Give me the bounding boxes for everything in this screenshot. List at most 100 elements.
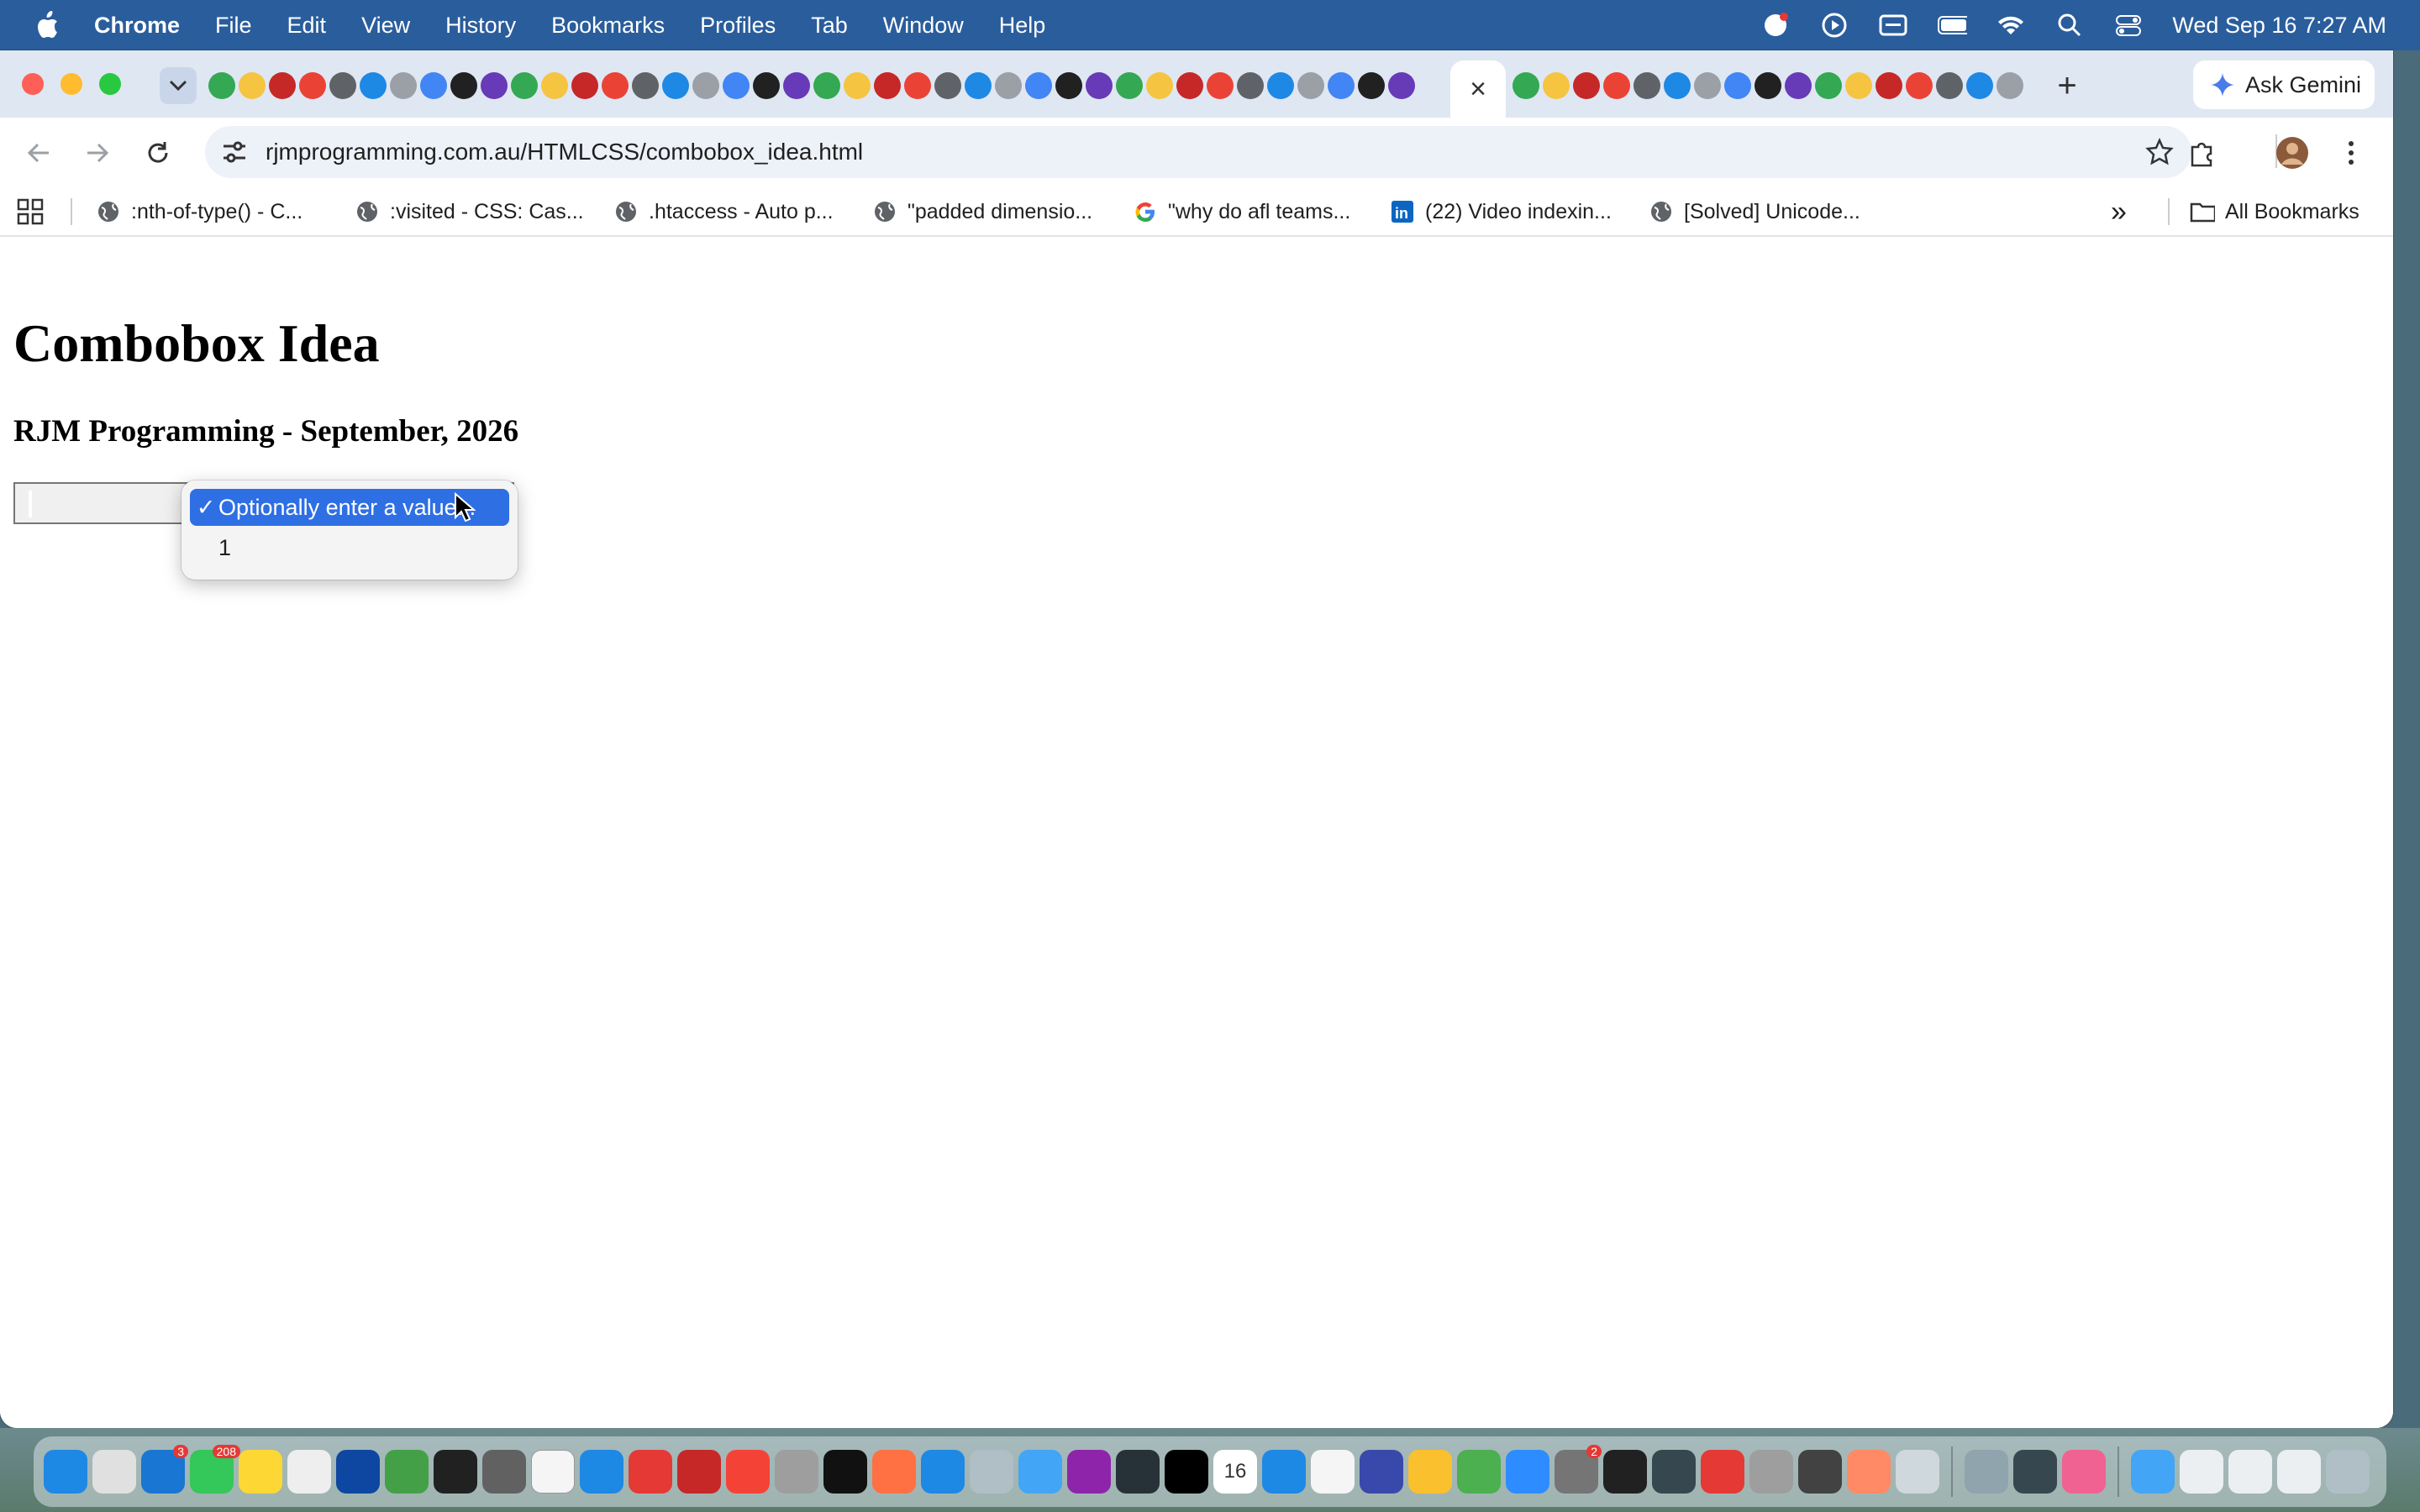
bookmark-item[interactable]: "why do afl teams... [1133, 195, 1350, 228]
zoom-window-button[interactable] [99, 73, 121, 95]
tab-favicon[interactable] [269, 72, 296, 99]
minimize-window-button[interactable] [60, 73, 82, 95]
bookmark-item[interactable]: :nth-of-type() - C... [96, 195, 302, 228]
menu-file[interactable]: File [215, 13, 252, 39]
all-bookmarks-button[interactable]: All Bookmarks [2190, 195, 2360, 228]
tab-favicon[interactable] [995, 72, 1022, 99]
url-text[interactable]: rjmprogramming.com.au/HTMLCSS/combobox_i… [266, 139, 863, 165]
ask-gemini-button[interactable]: Ask Gemini [2193, 60, 2375, 109]
tab-favicon[interactable] [1086, 72, 1113, 99]
tab-favicon[interactable] [1025, 72, 1052, 99]
finder-icon[interactable] [44, 1450, 87, 1494]
tab-favicon[interactable] [1845, 72, 1872, 99]
filezilla-icon[interactable] [677, 1450, 721, 1494]
safari-icon[interactable] [1018, 1450, 1062, 1494]
tab-favicon[interactable] [1358, 72, 1385, 99]
new-tab-button[interactable]: + [2050, 67, 2084, 104]
utility-icon[interactable] [1896, 1450, 1939, 1494]
extensions-button[interactable] [2183, 134, 2220, 171]
menu-history[interactable]: History [445, 13, 516, 39]
tab-favicon[interactable] [1328, 72, 1355, 99]
tab-favicon[interactable] [541, 72, 568, 99]
document-stack-icon[interactable] [2277, 1450, 2321, 1494]
battery-icon[interactable] [1937, 10, 1968, 40]
more-bookmarks-button[interactable]: » [2111, 195, 2127, 228]
tab-favicon[interactable] [1906, 72, 1933, 99]
tab-favicon[interactable] [1694, 72, 1721, 99]
tab-favicon[interactable] [1237, 72, 1264, 99]
tab-favicon[interactable] [1634, 72, 1660, 99]
tab-favicon[interactable] [481, 72, 508, 99]
inkscape-icon[interactable] [1603, 1450, 1647, 1494]
bookmark-item[interactable]: "padded dimensio... [872, 195, 1092, 228]
menu-bookmarks[interactable]: Bookmarks [551, 13, 665, 39]
bookmark-item[interactable]: :visited - CSS: Cas... [355, 195, 584, 228]
tab-favicon[interactable] [1146, 72, 1173, 99]
tab-favicon[interactable] [208, 72, 235, 99]
tab-favicon[interactable] [571, 72, 598, 99]
tab-favicon[interactable] [1207, 72, 1234, 99]
play-icon[interactable] [1819, 10, 1849, 40]
tab-favicon[interactable] [1116, 72, 1143, 99]
tab-favicon[interactable] [844, 72, 871, 99]
chrome-icon[interactable] [1457, 1450, 1501, 1494]
tab-favicon[interactable] [874, 72, 901, 99]
tab-favicon[interactable] [1664, 72, 1691, 99]
tab-favicon[interactable] [1267, 72, 1294, 99]
menu-profiles[interactable]: Profiles [700, 13, 776, 39]
trash-icon[interactable] [2326, 1450, 2370, 1494]
podcasts-icon[interactable] [1067, 1450, 1111, 1494]
notes-icon[interactable] [239, 1450, 282, 1494]
opera-icon[interactable] [1701, 1450, 1744, 1494]
tab-favicon[interactable] [1573, 72, 1600, 99]
menu-help[interactable]: Help [999, 13, 1046, 39]
tab-favicon[interactable] [239, 72, 266, 99]
close-window-button[interactable] [22, 73, 44, 95]
forward-button[interactable] [79, 134, 116, 171]
tab-favicon[interactable] [1815, 72, 1842, 99]
migration-icon[interactable] [775, 1450, 818, 1494]
bookmark-item[interactable]: in (22) Video indexin... [1390, 195, 1612, 228]
xcode-icon[interactable] [921, 1450, 965, 1494]
tab-favicon[interactable] [1603, 72, 1630, 99]
bookmark-item[interactable]: [Solved] Unicode... [1649, 195, 1860, 228]
music-icon[interactable] [726, 1450, 770, 1494]
chrome-menu-button[interactable] [2333, 134, 2370, 171]
system-settings-icon[interactable]: 2 [1555, 1445, 1602, 1494]
tab-favicon[interactable] [692, 72, 719, 99]
tab-favicon[interactable] [329, 72, 356, 99]
tab-favicon[interactable] [965, 72, 992, 99]
launchpad-icon[interactable] [92, 1450, 136, 1494]
contacts-icon[interactable] [1749, 1450, 1793, 1494]
tab-close-button[interactable]: × [1470, 73, 1486, 106]
tab-search-button[interactable] [160, 67, 197, 104]
wifi-icon[interactable] [1996, 10, 2026, 40]
bookmark-item[interactable]: .htaccess - Auto p... [613, 195, 834, 228]
app-store-icon[interactable] [580, 1450, 623, 1494]
news-icon[interactable] [629, 1450, 672, 1494]
recent-app-icon[interactable] [1965, 1450, 2008, 1494]
tab-favicon[interactable] [813, 72, 840, 99]
bbedit-icon[interactable] [970, 1450, 1013, 1494]
script-editor-icon[interactable] [1847, 1450, 1891, 1494]
tab-favicon[interactable] [1754, 72, 1781, 99]
activity-monitor-icon[interactable] [336, 1450, 380, 1494]
calculator-icon[interactable] [482, 1450, 526, 1494]
profile-avatar[interactable] [2274, 134, 2311, 171]
control-center-icon[interactable] [2113, 10, 2144, 40]
tab-favicon[interactable] [1176, 72, 1203, 99]
dropdown-option[interactable]: 1 [190, 529, 509, 566]
mail-icon[interactable]: 3 [141, 1445, 188, 1494]
tab-favicon[interactable] [662, 72, 689, 99]
calendar-icon[interactable]: 16 [1213, 1450, 1257, 1494]
site-info-icon[interactable] [217, 134, 252, 170]
tab-favicon[interactable] [783, 72, 810, 99]
downloads-folder-icon[interactable] [2131, 1450, 2175, 1494]
caption-icon[interactable] [1878, 10, 1908, 40]
photos-icon[interactable] [2062, 1450, 2106, 1494]
menu-view[interactable]: View [361, 13, 410, 39]
tab-favicon[interactable] [420, 72, 447, 99]
textedit-icon[interactable] [531, 1450, 575, 1494]
terminal-exec-icon[interactable] [434, 1450, 477, 1494]
combobox-text-input[interactable] [13, 482, 187, 524]
